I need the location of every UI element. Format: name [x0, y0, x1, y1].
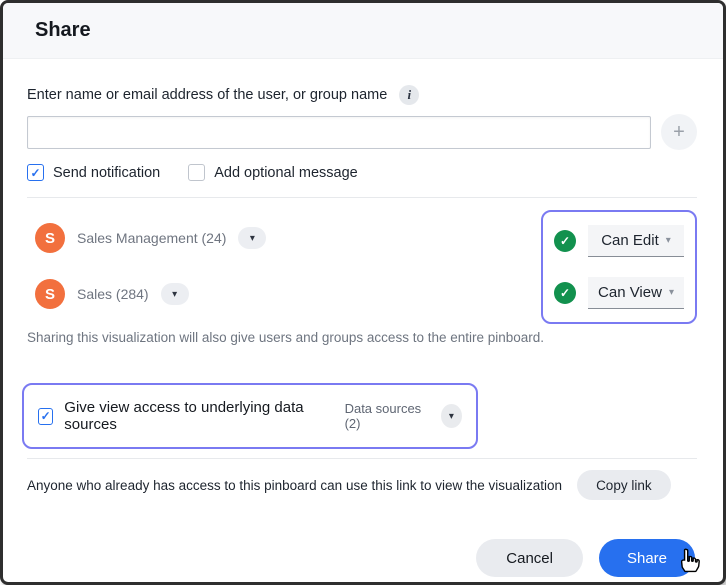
member-options-button[interactable]: ▾ — [238, 227, 266, 249]
info-icon[interactable]: i — [399, 85, 419, 105]
permission-dropdown-can-edit[interactable]: Can Edit ▾ — [588, 225, 684, 257]
avatar: S — [35, 223, 65, 253]
permissions-highlight-box: ✓ Can Edit ▾ ✓ Can View ▾ — [541, 210, 697, 324]
send-notification-option[interactable]: ✓ Send notification — [27, 164, 160, 181]
caret-down-icon: ▾ — [669, 287, 674, 298]
dialog-header: Share — [3, 3, 723, 59]
data-access-label: Give view access to underlying data sour… — [64, 399, 326, 433]
member-list: S Sales Management (24) ▾ S Sales (284) … — [35, 210, 541, 324]
member-options-button[interactable]: ▾ — [161, 283, 189, 305]
permission-row-can-view: ✓ Can View ▾ — [554, 277, 684, 309]
data-access-highlight-box: ✓ Give view access to underlying data so… — [22, 383, 478, 449]
caret-down-icon: ▾ — [172, 289, 177, 300]
plus-icon: + — [673, 122, 685, 142]
cancel-button[interactable]: Cancel — [476, 539, 583, 577]
share-button[interactable]: Share — [599, 539, 695, 577]
avatar: S — [35, 279, 65, 309]
notification-options-row: ✓ Send notification Add optional message — [27, 164, 697, 181]
data-sources-count: Data sources (2) — [345, 401, 430, 431]
member-name: Sales (284) — [77, 286, 149, 302]
dialog-body: Enter name or email address of the user,… — [3, 59, 723, 582]
member-row-sales-management: S Sales Management (24) ▾ — [35, 210, 541, 266]
checkbox-checked-icon[interactable]: ✓ — [38, 408, 53, 425]
copy-link-button[interactable]: Copy link — [577, 470, 671, 500]
permission-value: Can View — [598, 284, 662, 301]
dialog-footer: Cancel Share — [27, 539, 697, 577]
granted-check-icon: ✓ — [554, 282, 576, 304]
granted-check-icon: ✓ — [554, 230, 576, 252]
permission-dropdown-can-view[interactable]: Can View ▾ — [588, 277, 684, 309]
members-section: S Sales Management (24) ▾ S Sales (284) … — [27, 198, 697, 324]
caret-down-icon: ▾ — [449, 411, 454, 422]
permission-row-can-edit: ✓ Can Edit ▾ — [554, 225, 684, 257]
caret-down-icon: ▾ — [250, 233, 255, 244]
checkbox-checked-icon[interactable]: ✓ — [27, 164, 44, 181]
data-sources-expand-button[interactable]: ▾ — [441, 404, 462, 428]
optional-message-label: Add optional message — [214, 165, 358, 181]
recipient-field-label: Enter name or email address of the user,… — [27, 87, 387, 103]
share-link-row: Anyone who already has access to this pi… — [27, 470, 697, 500]
recipient-input[interactable] — [27, 116, 651, 149]
share-dialog: Share Enter name or email address of the… — [0, 0, 726, 585]
member-name: Sales Management (24) — [77, 230, 226, 246]
permission-value: Can Edit — [601, 232, 659, 249]
recipient-input-row: + — [27, 114, 697, 150]
dialog-title: Share — [35, 19, 91, 42]
caret-down-icon: ▾ — [666, 235, 671, 246]
pinboard-access-note: Sharing this visualization will also giv… — [27, 330, 697, 345]
hand-cursor-icon — [676, 548, 701, 573]
send-notification-label: Send notification — [53, 165, 160, 181]
optional-message-option[interactable]: Add optional message — [188, 164, 358, 181]
divider-bottom — [27, 458, 697, 459]
share-button-label: Share — [627, 550, 667, 567]
recipient-label-row: Enter name or email address of the user,… — [27, 85, 697, 105]
checkbox-unchecked-icon[interactable] — [188, 164, 205, 181]
add-recipient-button[interactable]: + — [661, 114, 697, 150]
member-row-sales: S Sales (284) ▾ — [35, 266, 541, 322]
share-link-text: Anyone who already has access to this pi… — [27, 478, 562, 493]
